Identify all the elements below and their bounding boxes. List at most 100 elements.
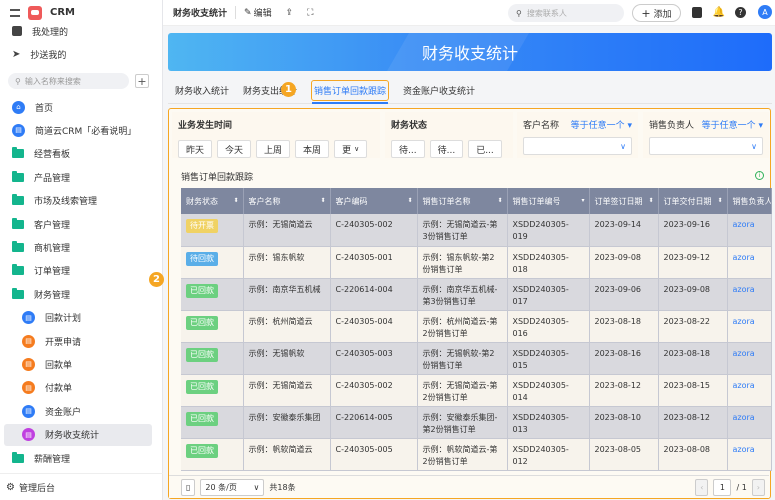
page-input[interactable]: 1 [713,478,732,496]
sort-icon[interactable]: ⬍ [497,197,502,204]
sort-icon[interactable]: ⬍ [717,197,722,204]
table-cell: azora [727,374,772,407]
sidebar-item[interactable]: 订单管理 [0,260,163,282]
table-cell: 示例：帆软简道云-第2份销售订单 [417,438,508,471]
sales-owner-link[interactable]: azora [733,445,755,454]
sales-owner-link[interactable]: azora [733,253,755,262]
help-icon[interactable]: ? [735,7,746,18]
filter-status-option[interactable]: 已... [468,140,502,158]
condition-dropdown[interactable]: 等于任意一个 ▾ [702,118,763,131]
avatar[interactable]: A [758,5,772,19]
column-header[interactable]: 客户名称 ⬍ [243,188,331,214]
filter-last-week-button[interactable]: 上周 [256,140,291,158]
cell-text: 2023-08-12 [663,412,711,422]
sidebar-item[interactable]: 薪酬管理 [0,447,163,469]
sidebar-search-input[interactable]: ⚲ 输入名称来搜索 [8,73,129,89]
filter-customer-name: 客户名称 等于任意一个 ▾ ∨ [517,112,638,158]
add-new-button[interactable]: + 添加 [632,4,681,22]
sidebar-item-my-tasks[interactable]: 我处理的 [0,20,163,42]
condition-dropdown[interactable]: 等于任意一个 ▾ [571,118,632,131]
tab-sales-payment-tracking[interactable]: 销售订单回款跟踪 [304,78,396,104]
table-row[interactable]: 已回款 示例：杭州简道云 C-240305-004 示例：杭州简道云-第2份销售订单 X… [181,310,772,343]
tab-account[interactable]: 资金账户收支统计 [396,78,482,104]
sidebar-item[interactable]: ▤ 付款单 [0,377,163,399]
sort-icon[interactable]: ⬍ [648,197,653,204]
tab-income[interactable]: 财务收入统计 [168,78,236,104]
column-header[interactable]: 销售负责人 [727,188,772,214]
customer-select[interactable]: ∨ [523,137,632,155]
column-header[interactable]: 财务状态 ⬍ [181,188,244,214]
add-button[interactable]: + [135,74,149,88]
table-row[interactable]: 已回款 示例：安徽泰乐集团 C-220614-005 示例：安徽泰乐集团-第2份销售订… [181,406,772,439]
share-icon[interactable]: ⇪ [286,8,294,18]
sidebar-item[interactable]: 市场及线索管理 [0,190,163,212]
table-row[interactable]: 待回款 示例：锡东帆软 C-240305-001 示例：锡东帆软-第2份销售订单 XSD… [181,246,772,279]
cell-text: 2023-08-08 [663,444,711,454]
sales-owner-select[interactable]: ∨ [649,137,763,155]
sidebar-item[interactable]: ▤ 资金账户 [0,400,163,422]
sidebar-item[interactable]: 产品管理 [0,166,163,188]
sort-icon[interactable]: ▾ [581,197,584,204]
sidebar-item[interactable]: ▤ 回款单 [0,353,163,375]
bell-icon[interactable]: 🔔 [713,7,725,18]
folder-icon [12,264,24,276]
sidebar-item[interactable]: 客户管理 [0,213,163,235]
admin-backend-link[interactable]: ⚙ 管理后台 [0,473,163,500]
next-page-button[interactable]: › [751,478,765,496]
sidebar-item[interactable]: ⌂ 首页 [0,96,163,118]
sales-owner-link[interactable]: azora [733,317,755,326]
sort-icon[interactable]: ⬍ [233,197,238,204]
column-header[interactable]: 订单交付日期 ⬍ [658,188,728,214]
sidebar-item-cc-me[interactable]: ➤ 抄送我的 [0,43,163,65]
table-cell: 2023-08-08 [658,438,728,471]
menu-icon[interactable] [10,8,20,17]
prev-page-button[interactable]: ‹ [695,478,709,496]
filter-status-option[interactable]: 待... [391,140,425,158]
filter-status-option[interactable]: 待... [429,140,464,158]
sales-owner-link[interactable]: azora [733,285,755,294]
edit-button[interactable]: ✎ 编辑 [244,6,272,20]
filter-more-button[interactable]: 更 ∨ [334,140,368,158]
column-header[interactable]: 销售订单编号 ▾ [507,188,590,214]
cell-text: C-240305-004 [335,316,393,326]
sales-owner-link[interactable]: azora [733,413,755,422]
table-cell: azora [727,278,772,311]
sidebar-item[interactable]: ▤ 财务收支统计 [4,423,152,446]
fullscreen-icon[interactable]: ⛶ [307,8,313,18]
search-icon: ⚲ [15,76,21,86]
info-icon[interactable]: i [755,171,764,180]
filter-today-button[interactable]: 今天 [217,140,252,158]
column-header[interactable]: 订单签订日期 ⬍ [589,188,659,214]
table-row[interactable]: 已回款 示例：南京华五机械 C-220614-004 示例：南京华五机械-第3份销售订… [181,278,772,311]
table-cell: XSDD240305-013 [507,406,590,439]
table-cell: 2023-08-18 [658,342,728,375]
sidebar-item-label: 经营看板 [34,150,71,161]
filter-yesterday-button[interactable]: 昨天 [178,140,213,158]
sort-icon[interactable]: ⬍ [320,197,325,204]
cell-text: 2023-09-08 [663,284,711,294]
table-row[interactable]: 已回款 示例：无锡简道云 C-240305-002 示例：无锡简道云-第2份销售订单 X… [181,374,772,407]
sidebar-item[interactable]: 经营看板 [0,143,163,165]
column-toggle-icon[interactable]: ▯ [181,478,196,496]
sidebar-item[interactable]: ▤ 回款计划 [0,307,163,329]
table-row[interactable]: 待开票 示例：无锡简道云 C-240305-002 示例：无锡简道云-第3份销售订单 X… [181,214,772,247]
sidebar-item[interactable]: 商机管理 [0,236,163,258]
sidebar-item[interactable]: ▤ 开票申请 [0,330,163,352]
page-size-select[interactable]: 20 条/页 ∨ [200,478,265,496]
sales-owner-link[interactable]: azora [733,349,755,358]
sales-owner-link[interactable]: azora [733,381,755,390]
book-icon[interactable] [692,7,702,18]
filter-this-week-button[interactable]: 本周 [295,140,330,158]
sidebar-item[interactable]: ▤ 简道云CRM「必看说明」 [0,119,163,141]
sort-icon[interactable]: ⬍ [407,197,412,204]
table-row[interactable]: 已回款 示例：帆软简道云 C-240305-005 示例：帆软简道云-第2份销售订单 X… [181,438,772,471]
contact-search-input[interactable]: ⚲ 搜索联系人 [508,4,624,22]
sales-owner-link[interactable]: azora [733,220,755,229]
folder-icon [12,217,24,229]
cell-text: C-240305-001 [335,252,393,262]
form-icon: ▤ [22,357,35,371]
table-row[interactable]: 已回款 示例：无锡帆软 C-240305-003 示例：无锡帆软-第2份销售订单 XSD… [181,342,772,375]
column-header[interactable]: 客户编码 ⬍ [330,188,418,214]
sidebar-item[interactable]: 财务管理 [0,283,163,305]
column-header[interactable]: 销售订单名称 ⬍ [417,188,508,214]
